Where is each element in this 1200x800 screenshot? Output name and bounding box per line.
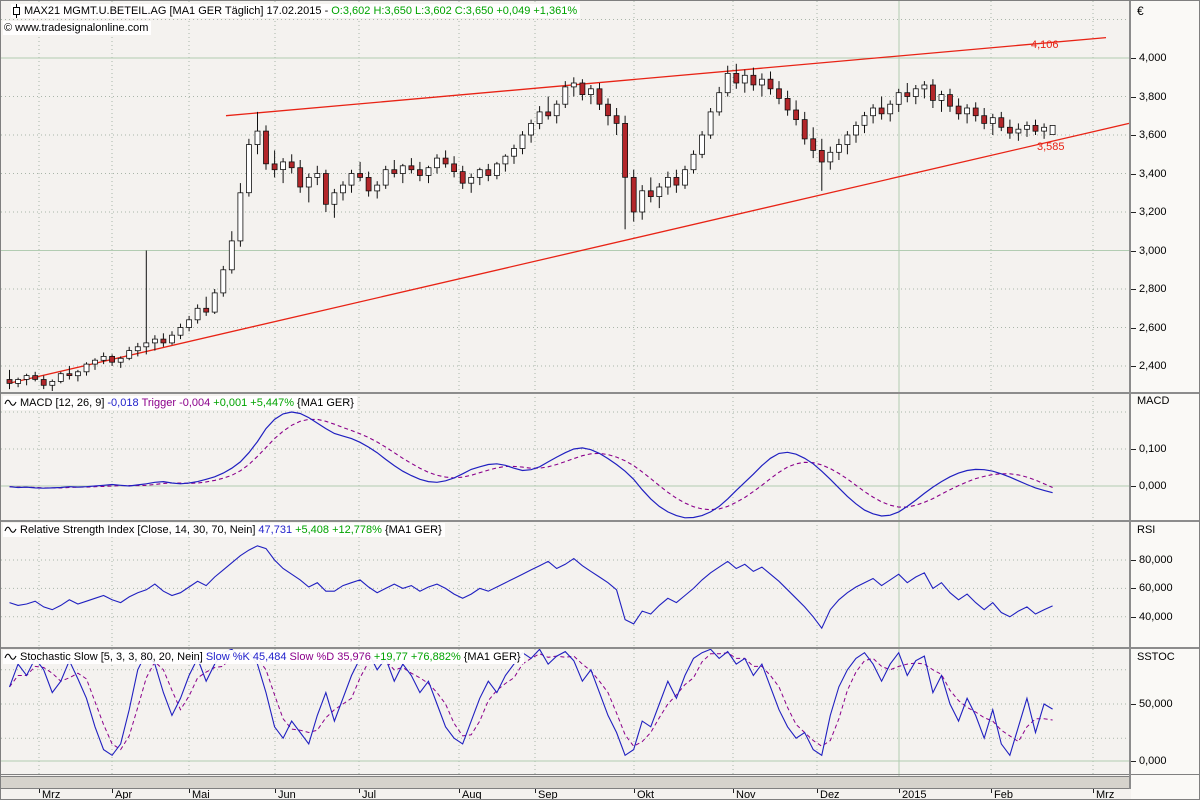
time-axis-label: Feb <box>994 789 1013 800</box>
time-axis-scrollbar[interactable] <box>1 776 1130 789</box>
axis-tick-label: 2,800 <box>1139 283 1167 295</box>
macd-value: -0,018 <box>107 396 138 410</box>
axis-tick-label: 60,000 <box>1139 582 1173 594</box>
axis-tick-mark <box>1131 328 1136 329</box>
time-axis-tick <box>359 789 360 793</box>
axis-tick-label: 40,000 <box>1139 611 1173 623</box>
time-axis-label: Okt <box>637 789 654 800</box>
rsi-scope: {MA1 GER} <box>385 523 442 537</box>
time-axis-tick <box>991 789 992 793</box>
time-axis-tick <box>1093 789 1094 793</box>
stochastic-scope: {MA1 GER} <box>464 650 521 664</box>
macd-scope: {MA1 GER} <box>297 396 354 410</box>
axis-tick-mark <box>1131 58 1136 59</box>
time-axis-label: Mai <box>192 789 210 800</box>
axis-tick-mark <box>1131 486 1136 487</box>
axis-tick-mark <box>1131 366 1136 367</box>
axis-tick-mark <box>1131 251 1136 252</box>
time-axis-label: Jul <box>362 789 376 800</box>
axis-tick-mark <box>1131 588 1136 589</box>
macd-change: +0,001 +5,447% <box>213 396 294 410</box>
watermark: © www.tradesignalonline.com <box>3 21 151 35</box>
time-axis-tick <box>112 789 113 793</box>
axis-tick-label: 3,600 <box>1139 129 1167 141</box>
stochastic-d-value: Slow %D 35,976 <box>290 650 371 664</box>
plot-right-border <box>1129 1 1131 789</box>
time-axis-label: Sep <box>538 789 558 800</box>
axis-tick-label: 4,000 <box>1139 52 1167 64</box>
macd-panel-header: MACD [12, 26, 9] -0,018 Trigger -0,004 +… <box>3 396 357 410</box>
axis-tick-mark <box>1131 135 1136 136</box>
time-axis-label: Apr <box>115 789 132 800</box>
panel-axis-name: SSTOC <box>1137 651 1175 663</box>
rsi-label: Relative Strength Index [Close, 14, 30, … <box>20 523 255 537</box>
ohlc-values: O:3,602 H:3,650 L:3,602 C:3,650 +0,049 +… <box>331 4 577 18</box>
axis-tick-label: 0,000 <box>1139 755 1167 767</box>
axis-tick-label: 2,400 <box>1139 360 1167 372</box>
indicator-wave-icon <box>4 398 17 408</box>
instrument-icon <box>12 4 21 18</box>
time-axis-label: Nov <box>736 789 756 800</box>
axis-tick-label: 80,000 <box>1139 554 1173 566</box>
indicator-wave-icon <box>4 525 17 535</box>
axis-tick-mark <box>1131 449 1136 450</box>
upper-trendline-label: 4,106 <box>1031 39 1059 51</box>
plot-bottom-border <box>1 774 1200 775</box>
axis-tick-mark <box>1131 97 1136 98</box>
panel-divider[interactable] <box>1 647 1200 649</box>
time-axis-tick <box>189 789 190 793</box>
stochastic-panel-header: Stochastic Slow [5, 3, 3, 80, 20, Nein] … <box>3 650 524 664</box>
rsi-change: +5,408 +12,778% <box>295 523 382 537</box>
time-axis-tick <box>634 789 635 793</box>
axis-tick-label: 0,000 <box>1139 480 1167 492</box>
axis-tick-mark <box>1131 212 1136 213</box>
lower-trendline-label: 3,585 <box>1037 141 1065 153</box>
main-chart-header: MAX21 MGMT.U.BETEIL.AG [MA1 GER Täglich]… <box>11 4 580 18</box>
time-axis-label: Dez <box>820 789 840 800</box>
stochastic-change: +19,77 +76,882% <box>374 650 461 664</box>
time-axis-label: Aug <box>462 789 482 800</box>
axis-tick-mark <box>1131 289 1136 290</box>
axis-tick-mark <box>1131 174 1136 175</box>
currency-label: € <box>1137 4 1144 18</box>
time-axis-tick <box>733 789 734 793</box>
axis-tick-label: 3,200 <box>1139 206 1167 218</box>
chart-window: MAX21 MGMT.U.BETEIL.AG [MA1 GER Täglich]… <box>0 0 1200 800</box>
macd-label: MACD [12, 26, 9] <box>20 396 104 410</box>
rsi-value: 47,731 <box>258 523 292 537</box>
stochastic-label: Stochastic Slow [5, 3, 3, 80, 20, Nein] <box>20 650 203 664</box>
stochastic-k-value: Slow %K 45,484 <box>206 650 287 664</box>
axis-tick-label: 3,000 <box>1139 245 1167 257</box>
axis-tick-label: 2,600 <box>1139 322 1167 334</box>
time-axis-tick <box>899 789 900 793</box>
time-axis-label: 2015 <box>902 789 926 800</box>
indicator-wave-icon <box>4 652 17 662</box>
axis-tick-mark <box>1131 617 1136 618</box>
panel-divider[interactable] <box>1 392 1200 394</box>
time-axis-tick <box>275 789 276 793</box>
axis-tick-mark <box>1131 560 1136 561</box>
time-axis-tick <box>817 789 818 793</box>
time-axis-tick <box>39 789 40 793</box>
rsi-panel-header: Relative Strength Index [Close, 14, 30, … <box>3 523 445 537</box>
panel-axis-name: MACD <box>1137 395 1169 407</box>
time-axis-tick <box>535 789 536 793</box>
instrument-title: MAX21 MGMT.U.BETEIL.AG [MA1 GER Täglich]… <box>24 4 328 18</box>
time-axis-label: Mrz <box>1096 789 1114 800</box>
panel-divider[interactable] <box>1 520 1200 522</box>
time-axis-tick <box>459 789 460 793</box>
macd-trigger-value: Trigger -0,004 <box>142 396 211 410</box>
axis-tick-label: 3,800 <box>1139 91 1167 103</box>
axis-tick-label: 50,000 <box>1139 698 1173 710</box>
axis-tick-label: 0,100 <box>1139 443 1167 455</box>
axis-tick-mark <box>1131 704 1136 705</box>
time-axis-label: Mrz <box>42 789 60 800</box>
axis-tick-label: 3,400 <box>1139 168 1167 180</box>
panel-axis-name: RSI <box>1137 524 1155 536</box>
axis-tick-mark <box>1131 761 1136 762</box>
time-axis-label: Jun <box>278 789 296 800</box>
